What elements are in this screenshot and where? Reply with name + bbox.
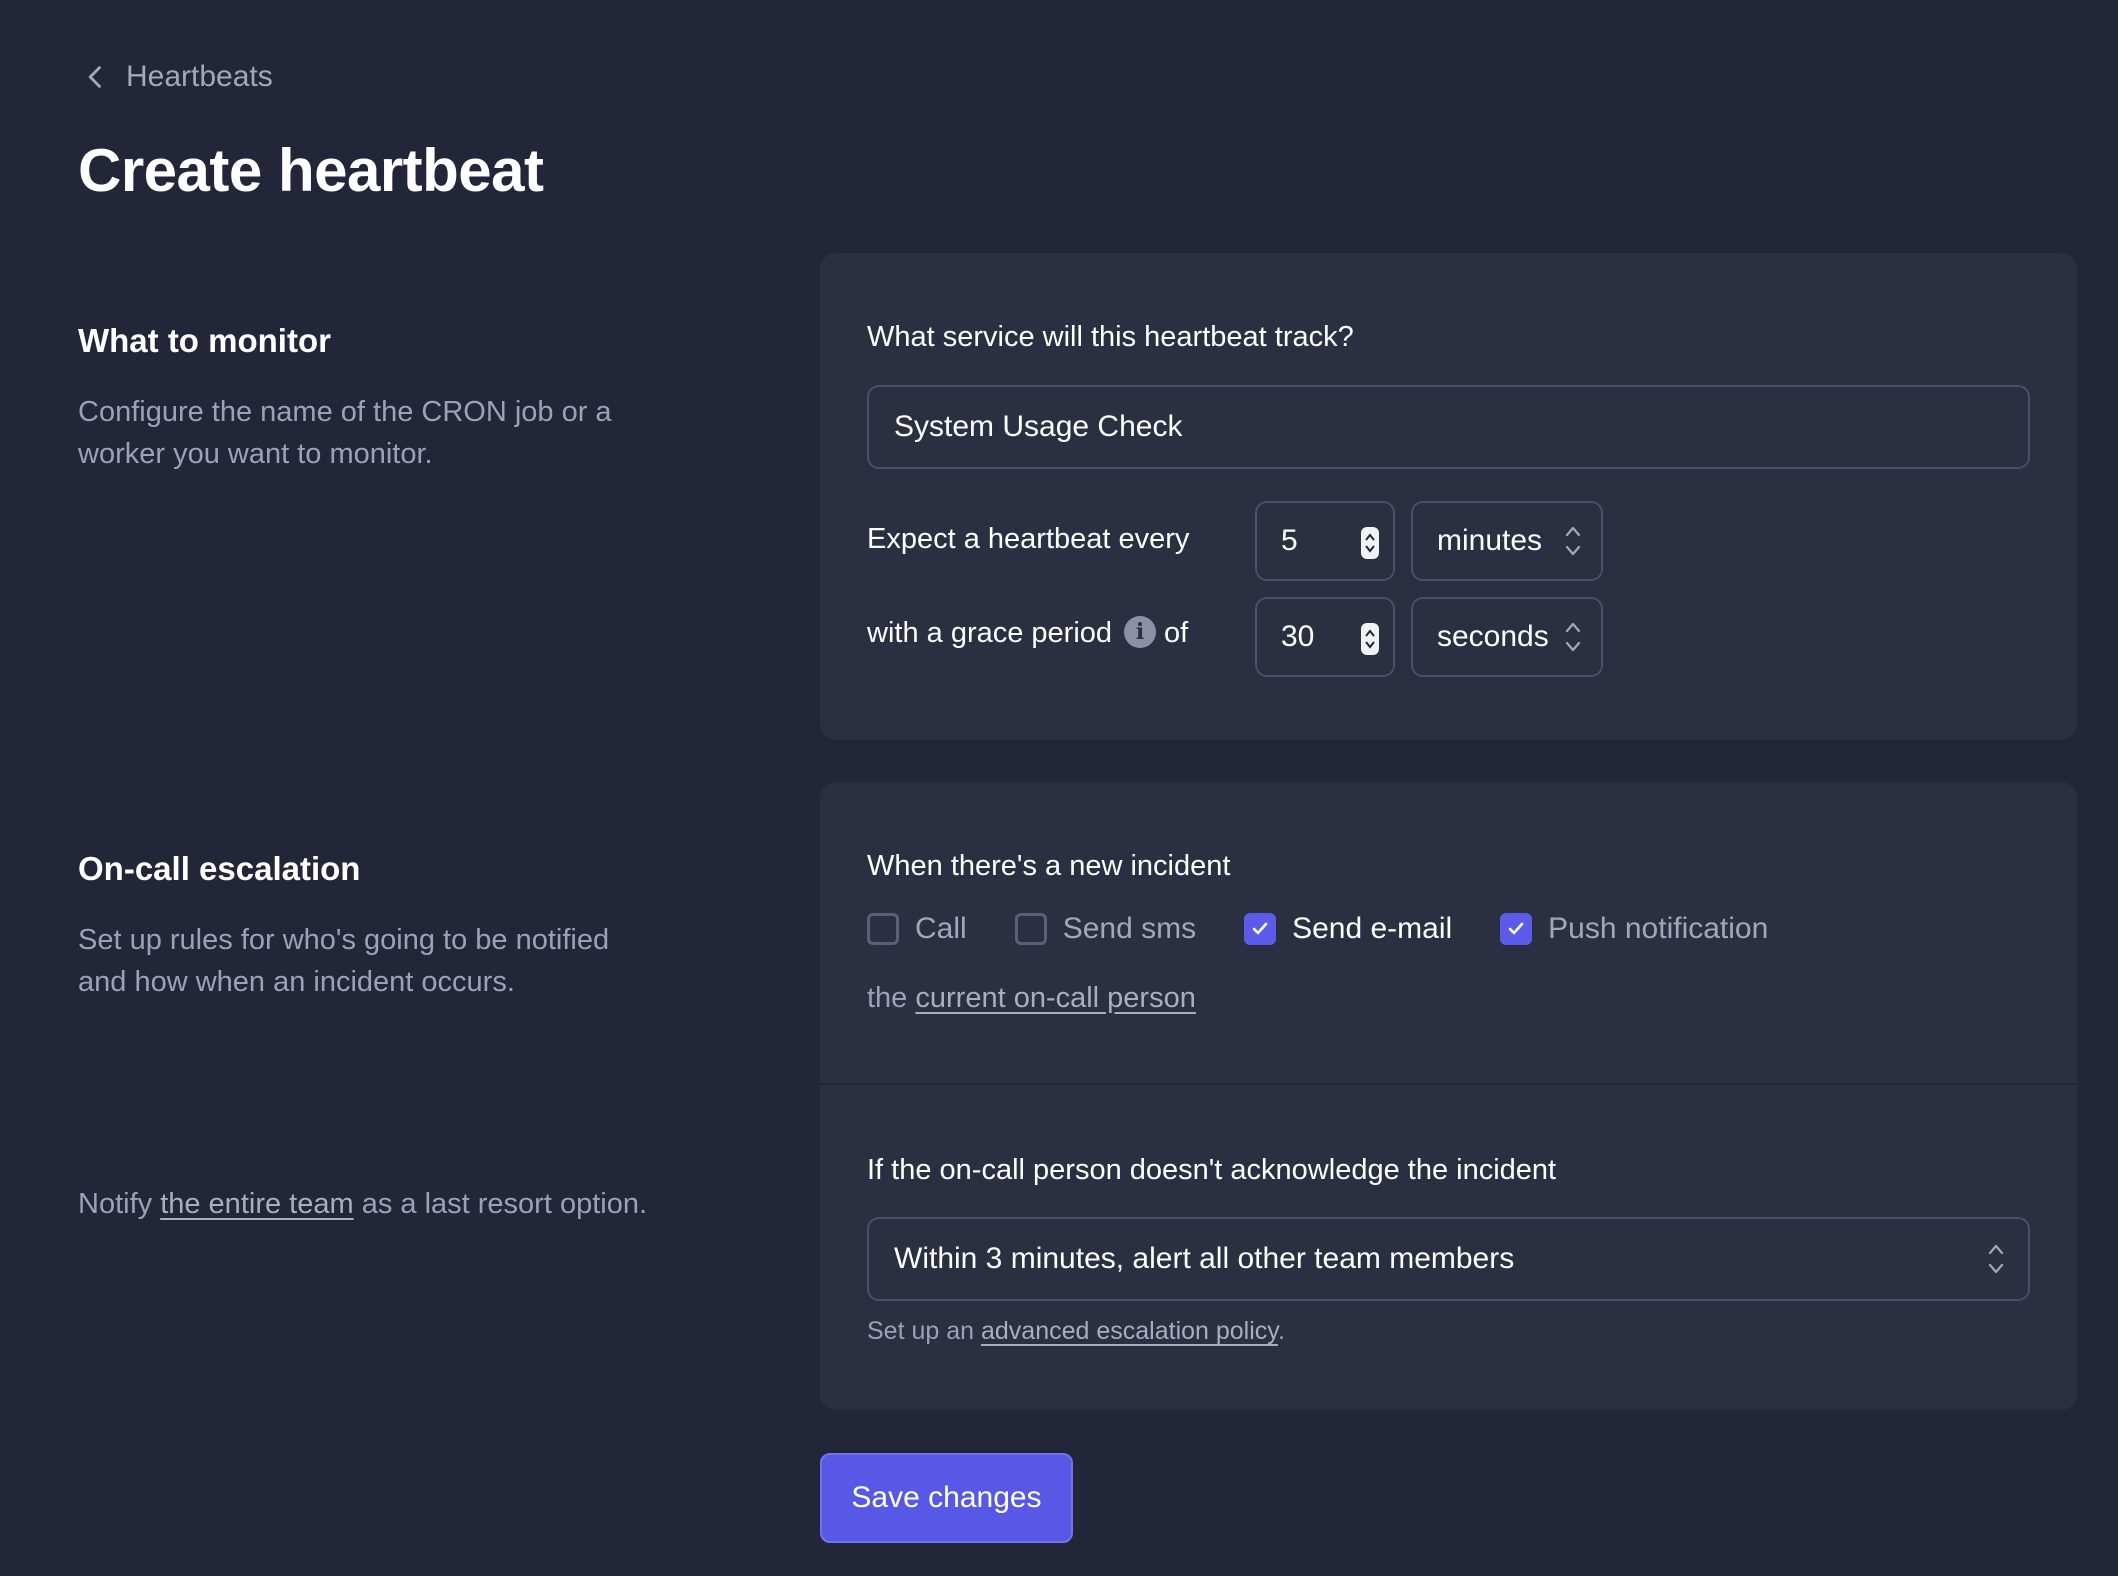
period-unit-select[interactable]: minutes (1411, 501, 1603, 581)
checkbox-unchecked (867, 913, 899, 945)
checkbox-checked (1500, 913, 1533, 945)
stepper-up-icon (1365, 533, 1375, 541)
channel-label: Push notification (1548, 912, 1769, 945)
advanced-pre: Set up an (867, 1317, 981, 1345)
checkmark-icon (1508, 922, 1524, 935)
monitor-heading: What to monitor (78, 322, 331, 359)
checkmark-icon (1252, 922, 1268, 935)
monitor-description: Configure the name of the CRON job or a … (78, 396, 612, 470)
last-resort-note: Notify the entire team as a last resort … (78, 1183, 658, 1225)
escalation-heading: On-call escalation (78, 850, 361, 887)
channel-label: Send e-mail (1292, 912, 1453, 945)
stepper-up-icon (1365, 629, 1375, 637)
updown-chevron-icon (1565, 622, 1581, 652)
breadcrumb-label: Heartbeats (126, 60, 273, 93)
save-changes-button[interactable]: Save changes (820, 1453, 1073, 1543)
escalation-card: When there's a new incident Call Send sm… (820, 782, 2077, 1410)
chevron-left-icon (88, 66, 101, 88)
page-title: Create heartbeat (78, 137, 544, 204)
grace-period-label: with a grace period i of (867, 616, 1189, 650)
last-resort-post: as a last resort option. (353, 1188, 648, 1220)
info-icon[interactable]: i (1124, 616, 1157, 649)
target-pre: the (867, 982, 916, 1014)
advanced-escalation-link[interactable]: advanced escalation policy (981, 1317, 1278, 1345)
breadcrumb-back-link[interactable]: Heartbeats (82, 60, 273, 94)
ack-policy-select[interactable]: Within 3 minutes, alert all other team m… (867, 1217, 2030, 1301)
channel-email-checkbox[interactable]: Send e-mail (1244, 912, 1452, 946)
service-question-label: What service will this heartbeat track? (867, 321, 1354, 353)
channel-label: Send sms (1062, 912, 1197, 945)
period-stepper[interactable] (1361, 527, 1379, 559)
service-name-input[interactable]: System Usage Check (867, 385, 2030, 469)
grace-stepper[interactable] (1361, 623, 1379, 655)
advanced-policy-note: Set up an advanced escalation policy. (867, 1317, 1285, 1346)
channel-call-checkbox[interactable]: Call (867, 912, 967, 946)
grace-label-of: of (1164, 617, 1189, 649)
period-number-input[interactable]: 5 (1255, 501, 1395, 581)
grace-unit-value: seconds (1437, 620, 1549, 653)
stepper-down-icon (1365, 545, 1375, 553)
updown-chevron-icon (1565, 526, 1581, 556)
advanced-post: . (1277, 1317, 1285, 1345)
notification-channels: Call Send sms Send e-mail Push notificat… (867, 912, 1816, 946)
incident-label: When there's a new incident (867, 850, 1231, 882)
channel-label: Call (915, 912, 967, 945)
updown-chevron-icon (1988, 1244, 2004, 1274)
period-value: 5 (1281, 524, 1298, 557)
target-note: the current on-call person (867, 982, 1196, 1015)
last-resort-pre: Notify (78, 1188, 161, 1220)
expect-heartbeat-label: Expect a heartbeat every (867, 523, 1190, 555)
checkbox-unchecked (1014, 913, 1047, 945)
escalation-description: Set up rules for who's going to be notif… (78, 924, 610, 998)
page: Heartbeats Create heartbeat What to moni… (0, 0, 2118, 1576)
period-unit-value: minutes (1437, 524, 1543, 557)
grace-label-text: with a grace period (867, 617, 1113, 649)
grace-unit-select[interactable]: seconds (1411, 597, 1603, 677)
entire-team-link[interactable]: the entire team (160, 1188, 353, 1220)
grace-number-input[interactable]: 30 (1255, 597, 1395, 677)
checkbox-checked (1244, 913, 1277, 945)
stepper-down-icon (1365, 641, 1375, 649)
ack-label: If the on-call person doesn't acknowledg… (867, 1154, 1557, 1186)
monitor-card: What service will this heartbeat track? … (820, 253, 2077, 740)
ack-policy-value: Within 3 minutes, alert all other team m… (894, 1242, 1515, 1275)
service-name-value: System Usage Check (894, 410, 1183, 443)
current-on-call-link[interactable]: current on-call person (915, 982, 1195, 1014)
grace-value: 30 (1281, 620, 1315, 653)
channel-push-checkbox[interactable]: Push notification (1500, 912, 1768, 946)
card-divider (820, 1083, 2077, 1085)
channel-sms-checkbox[interactable]: Send sms (1014, 912, 1197, 946)
